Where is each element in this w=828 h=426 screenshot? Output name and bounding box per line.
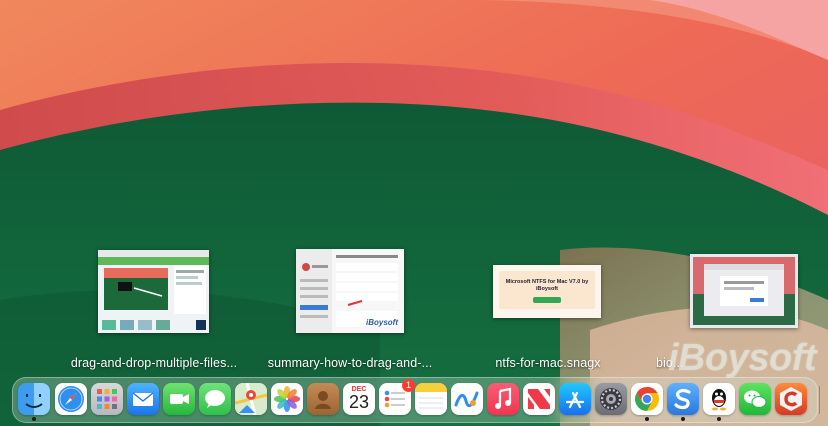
running-indicator <box>32 417 36 421</box>
wechat-icon[interactable] <box>739 383 771 415</box>
dock-divider <box>819 386 820 414</box>
reminders-icon[interactable]: 1 <box>379 379 415 415</box>
launchpad-icon[interactable] <box>91 383 123 415</box>
calendar-day: 23 <box>348 392 370 412</box>
file-thumbnail: iBoysoft <box>296 249 404 333</box>
system-settings-icon[interactable] <box>595 383 627 415</box>
contacts-icon[interactable] <box>307 383 339 415</box>
running-indicator <box>681 417 685 421</box>
file-name: drag-and-drop-multiple-files... <box>70 356 238 370</box>
safari-icon[interactable] <box>55 383 87 415</box>
music-icon[interactable] <box>487 383 519 415</box>
file-thumbnail <box>690 254 798 328</box>
maps-icon[interactable] <box>235 383 267 415</box>
finder-icon[interactable] <box>18 383 50 415</box>
file-thumbnail <box>98 250 209 333</box>
file-thumbnail: Microsoft NTFS for Mac V7.0 by iBoysoft <box>493 265 601 318</box>
running-indicator <box>717 417 721 421</box>
notification-badge: 1 <box>402 379 415 392</box>
thumbnail-banner: Microsoft NTFS for Mac V7.0 by iBoysoft <box>499 271 595 309</box>
snagit-icon[interactable] <box>667 383 699 415</box>
qq-icon[interactable] <box>703 383 735 415</box>
file-name: bio... <box>656 356 684 370</box>
chrome-icon[interactable] <box>631 383 663 415</box>
thumbnail-button <box>533 297 561 303</box>
thumbnail-title: Microsoft NTFS for Mac V7.0 by iBoysoft <box>505 279 589 292</box>
freeform-icon[interactable] <box>451 383 483 415</box>
calendar-icon[interactable]: DEC 23 <box>343 383 375 415</box>
desktop[interactable]: drag-and-drop-multiple-files... iBoysoft… <box>0 0 828 426</box>
mail-icon[interactable] <box>127 383 159 415</box>
app-store-icon[interactable] <box>559 383 591 415</box>
notes-icon[interactable] <box>415 383 447 415</box>
messages-icon[interactable] <box>199 383 231 415</box>
facetime-icon[interactable] <box>163 383 195 415</box>
file-name: ntfs-for-mac.snagx <box>495 356 601 370</box>
running-indicator <box>645 417 649 421</box>
news-icon[interactable] <box>523 383 555 415</box>
thumbnail-watermark: iBoysoft <box>366 318 398 327</box>
dock: DEC 23 1 <box>12 377 820 423</box>
file-name: summary-how-to-drag-and-... <box>267 356 433 370</box>
cleanmymac-icon[interactable] <box>775 383 807 415</box>
photos-icon[interactable] <box>271 383 303 415</box>
